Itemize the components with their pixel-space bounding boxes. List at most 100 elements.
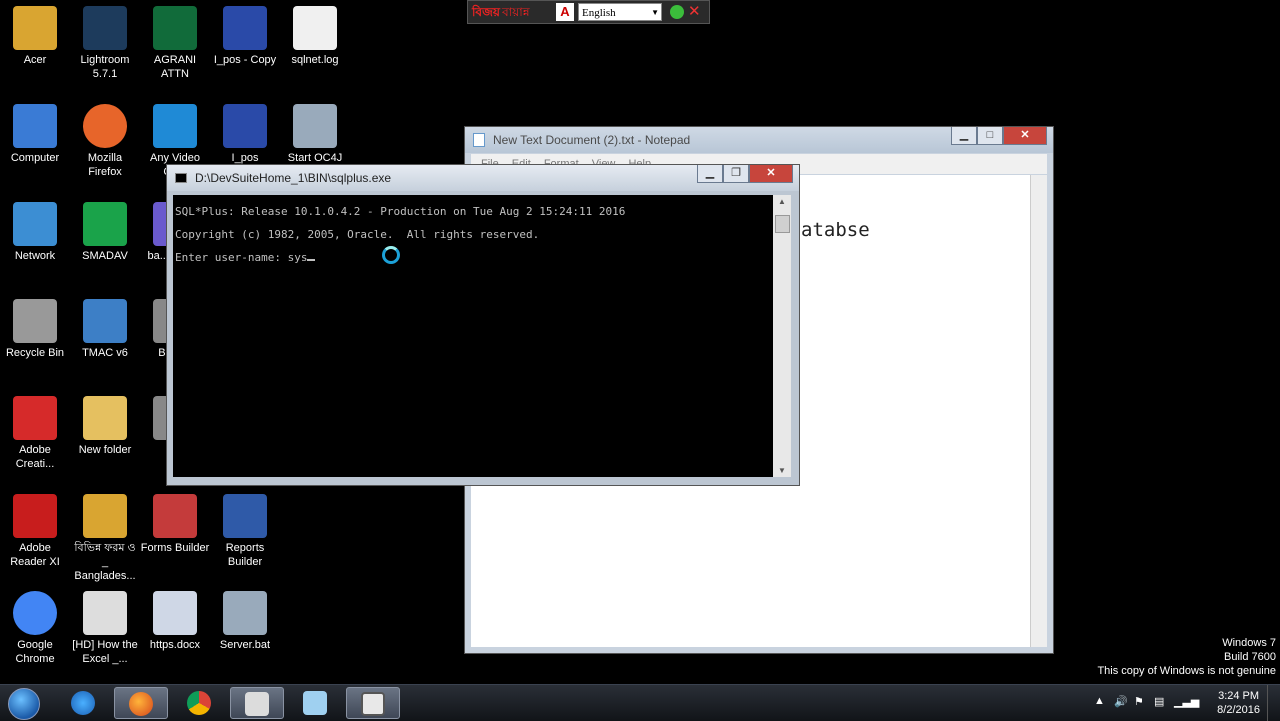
sqlplus-window[interactable]: D:\DevSuiteHome_1\BIN\sqlplus.exe ▁ ❐ ✕ … — [166, 164, 800, 486]
reports-builder-icon — [223, 494, 267, 538]
taskbar: ▲ 🔊 ⚑ ▤ ▁▃▅ 3:24 PM 8/2/2016 — [0, 684, 1280, 721]
taskbar-ie[interactable] — [56, 687, 110, 719]
tmac-icon — [83, 299, 127, 343]
desktop-icon[interactable]: Start OC4J — [280, 104, 350, 165]
desktop-icon[interactable]: Google Chrome — [0, 591, 70, 666]
bijoy-logo[interactable]: বিজয় — [472, 4, 500, 24]
desktop-icon[interactable]: Forms Builder — [140, 494, 210, 555]
taskbar-notepad[interactable] — [288, 687, 342, 719]
desktop-icon-label: Lightroom 5.7.1 — [80, 54, 130, 80]
action-center-flag-icon[interactable]: ⚑ — [1134, 695, 1144, 708]
clock-time: 3:24 PM — [1218, 690, 1260, 702]
desktop-icon-label: Server.bat — [219, 639, 271, 651]
signal-bars-icon[interactable]: ▁▃▅ — [1174, 695, 1199, 708]
desktop-icon[interactable]: https.docx — [140, 591, 210, 652]
start-button[interactable] — [4, 687, 44, 720]
creative-cloud-icon — [13, 396, 57, 440]
scroll-up-icon[interactable]: ▲ — [778, 197, 786, 206]
desktop-icon-label: Forms Builder — [140, 542, 210, 554]
desktop-icon-label: Start OC4J — [287, 152, 343, 164]
desktop-icon[interactable]: Network — [0, 202, 70, 263]
flag-icon — [153, 6, 197, 50]
language-select[interactable]: English ▼ — [578, 3, 662, 21]
console-output[interactable]: SQL*Plus: Release 10.1.0.4.2 - Productio… — [173, 195, 773, 477]
language-select-value: English — [582, 7, 616, 19]
restore-button[interactable]: ❐ — [723, 165, 749, 183]
network-icon[interactable]: ▤ — [1154, 695, 1164, 708]
desktop-icon-label: Google Chrome — [15, 639, 55, 665]
forms-builder-icon — [153, 494, 197, 538]
console-icon — [175, 173, 187, 183]
lightroom-icon — [83, 6, 127, 50]
watermark-line: Windows 7 — [1222, 637, 1276, 649]
taskbar-chrome[interactable] — [172, 687, 226, 719]
desktop-icon[interactable]: Lightroom 5.7.1 — [70, 6, 140, 81]
sqlplus-title: D:\DevSuiteHome_1\BIN\sqlplus.exe — [195, 171, 392, 185]
maximize-button[interactable]: □ — [977, 127, 1003, 145]
show-desktop-button[interactable] — [1267, 685, 1280, 721]
desktop-icon[interactable]: Server.bat — [210, 591, 280, 652]
video-icon — [83, 591, 127, 635]
volume-icon[interactable]: 🔊 — [1114, 695, 1128, 708]
console-prompt-line: Enter user-name: sys — [175, 251, 773, 274]
green-circle-icon[interactable] — [670, 5, 684, 19]
minimize-button[interactable]: ▁ — [951, 127, 977, 145]
notepad-visible-text: atabse — [801, 219, 870, 241]
system-clock[interactable]: 3:24 PM 8/2/2016 — [1217, 689, 1260, 717]
close-x-icon[interactable]: ✕ — [688, 2, 701, 20]
folder-icon — [13, 6, 57, 50]
desktop-icon[interactable]: বিভিন্ন ফরম ও _ Banglades... — [70, 494, 140, 583]
bijoy-language-bar: বিজয় বায়ান্ন A English ▼ ✕ — [467, 0, 710, 24]
notepad-icon — [303, 691, 327, 715]
system-tray: ▲ 🔊 ⚑ ▤ ▁▃▅ 3:24 PM 8/2/2016 — [1080, 685, 1280, 721]
show-hidden-icons-icon[interactable]: ▲ — [1094, 695, 1105, 707]
desktop-icon-label: SMADAV — [82, 250, 128, 262]
minimize-button[interactable]: ▁ — [697, 165, 723, 183]
desktop-icon[interactable]: Computer — [0, 104, 70, 165]
watermark-line: This copy of Windows is not genuine — [1097, 665, 1276, 677]
desktop-icon-label: Adobe Creati... — [15, 444, 55, 470]
chrome-icon — [187, 691, 211, 715]
desktop-icon[interactable]: SMADAV — [70, 202, 140, 263]
close-button[interactable]: ✕ — [1003, 127, 1047, 145]
desktop-icon[interactable]: [HD] How the Excel _... — [70, 591, 140, 666]
desktop-icon[interactable]: I_pos - Copy — [210, 6, 280, 67]
desktop-icon-label: AGRANI ATTN — [153, 54, 197, 80]
notepad-scrollbar[interactable] — [1030, 175, 1047, 647]
taskbar-explorer[interactable] — [230, 687, 284, 719]
desktop-icon-label: sqlnet.log — [291, 54, 339, 66]
notepad-titlebar[interactable]: New Text Document (2).txt - Notepad ▁ □ … — [465, 127, 1053, 153]
desktop-icon[interactable]: sqlnet.log — [280, 6, 350, 67]
folder-icon — [245, 692, 269, 716]
busy-spinner-icon — [382, 246, 400, 264]
desktop-icon-label: Adobe Reader XI — [10, 542, 60, 568]
desktop-icon[interactable]: Adobe Reader XI — [0, 494, 70, 569]
desktop-icon[interactable]: Adobe Creati... — [0, 396, 70, 471]
console-line: SQL*Plus: Release 10.1.0.4.2 - Productio… — [175, 205, 626, 218]
desktop-icon-label: TMAC v6 — [82, 347, 128, 359]
taskbar-firefox[interactable] — [114, 687, 168, 719]
desktop-icon[interactable]: New folder — [70, 396, 140, 457]
document-icon — [293, 6, 337, 50]
desktop-icon[interactable]: AGRANI ATTN — [140, 6, 210, 81]
sqlplus-titlebar[interactable]: D:\DevSuiteHome_1\BIN\sqlplus.exe ▁ ❐ ✕ — [167, 165, 799, 191]
desktop-icon[interactable]: Reports Builder — [210, 494, 280, 569]
console-scrollbar[interactable]: ▲ ▼ — [773, 195, 791, 477]
desktop-icon[interactable]: TMAC v6 — [70, 299, 140, 360]
desktop-icon[interactable]: Recycle Bin — [0, 299, 70, 360]
close-button[interactable]: ✕ — [749, 165, 793, 183]
desktop-icon-label: Acer — [23, 54, 47, 66]
scrollbar-thumb[interactable] — [775, 215, 790, 233]
desktop-icon-label: I_pos — [231, 152, 259, 164]
scroll-down-icon[interactable]: ▼ — [778, 466, 786, 475]
desktop-icon[interactable]: Acer — [0, 6, 70, 67]
desktop-icon-label: Reports Builder — [225, 542, 265, 568]
desktop-icon-label: New folder — [78, 444, 132, 456]
taskbar-sqlplus[interactable] — [346, 687, 400, 719]
desktop-icon[interactable]: Mozilla Firefox — [70, 104, 140, 179]
recycle-bin-icon — [13, 299, 57, 343]
adobe-a-icon[interactable]: A — [556, 3, 574, 21]
text-cursor — [307, 259, 316, 261]
app-icon — [223, 104, 267, 148]
desktop-icon[interactable]: I_pos — [210, 104, 280, 165]
